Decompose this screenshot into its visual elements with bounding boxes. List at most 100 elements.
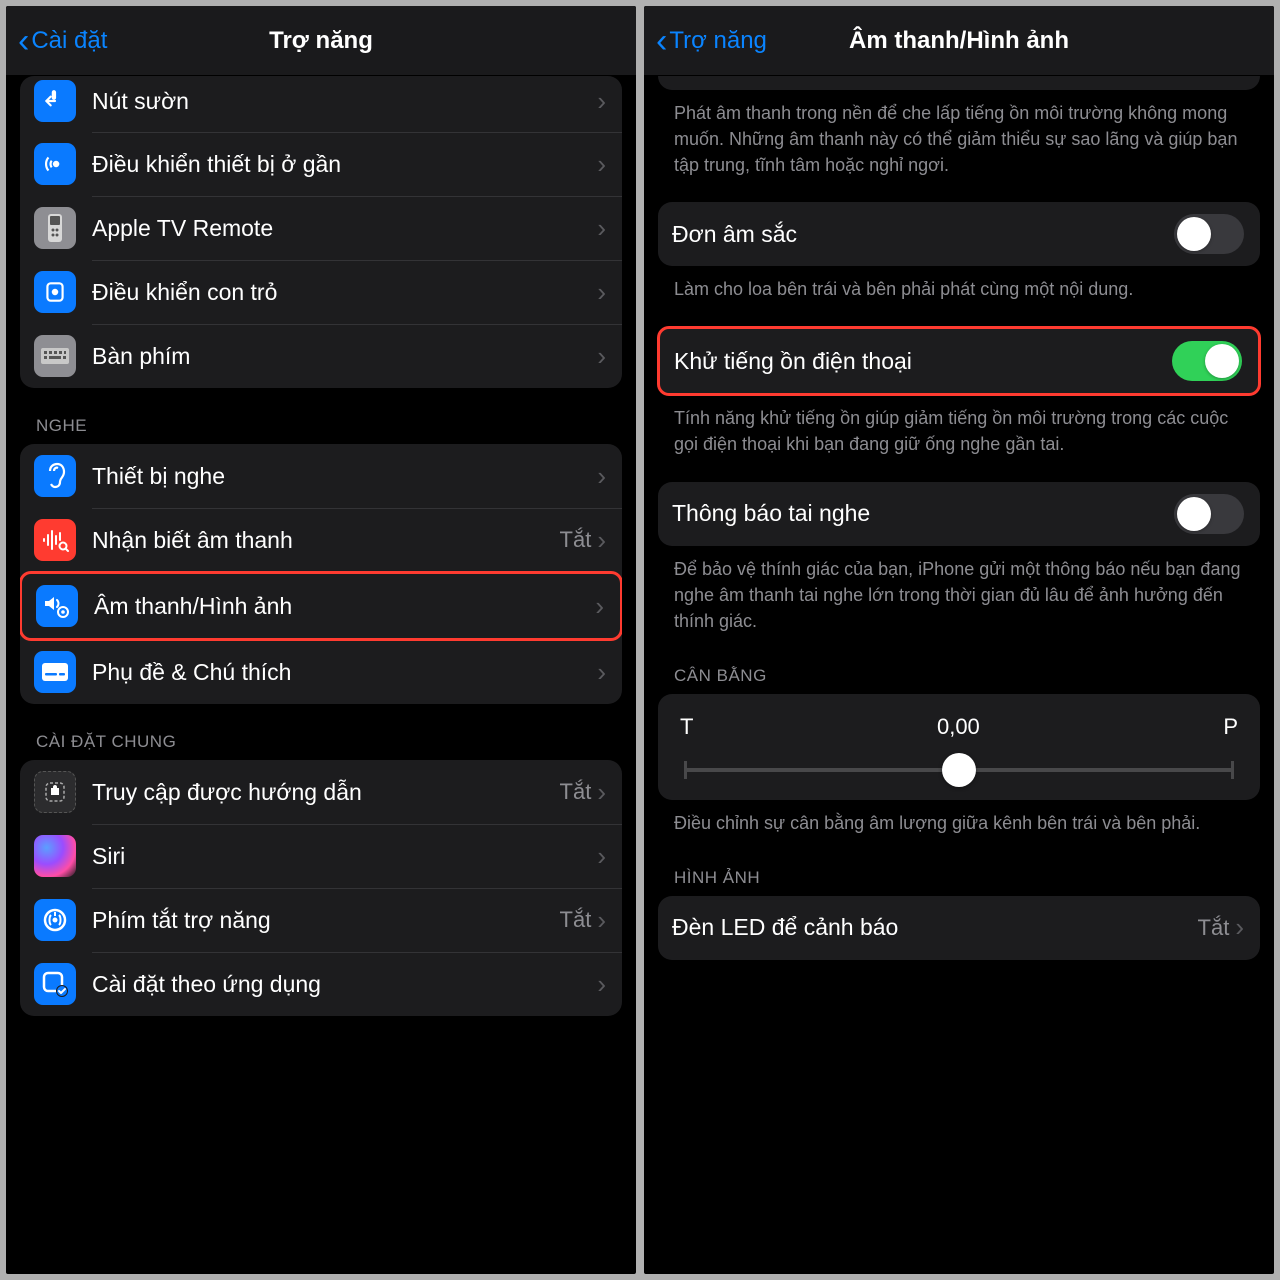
toggle-mono[interactable] — [1174, 214, 1244, 254]
subtitles-icon — [34, 651, 76, 693]
back-button[interactable]: ‹ Cài đặt — [18, 24, 107, 58]
chevron-right-icon: › — [597, 525, 606, 556]
mono-footer: Làm cho loa bên trái và bên phải phát cù… — [658, 266, 1260, 306]
row-label: Phụ đề & Chú thích — [92, 659, 597, 686]
keyboard-icon — [34, 335, 76, 377]
row-label: Nhận biết âm thanh — [92, 527, 560, 554]
page-title: Trợ năng — [269, 27, 373, 55]
row-value: Tắt — [560, 779, 592, 805]
row-label: Khử tiếng ồn điện thoại — [674, 348, 1172, 375]
row-label: Thiết bị nghe — [92, 463, 597, 490]
image-header: HÌNH ẢNH — [658, 840, 1260, 896]
row-label: Cài đặt theo ứng dụng — [92, 971, 597, 998]
row-ear[interactable]: Thiết bị nghe› — [20, 444, 622, 508]
row-headphone-notification[interactable]: Thông báo tai nghe — [658, 482, 1260, 546]
chevron-right-icon: › — [597, 969, 606, 1000]
row-keyboard[interactable]: Bàn phím› — [20, 324, 622, 388]
row-guided[interactable]: Truy cập được hướng dẫnTắt› — [20, 760, 622, 824]
toggle-headphone[interactable] — [1174, 494, 1244, 534]
row-audio-visual[interactable]: Âm thanh/Hình ảnh› — [22, 574, 620, 638]
truncated-group-top — [658, 76, 1260, 90]
row-per-app[interactable]: Cài đặt theo ứng dụng› — [20, 952, 622, 1016]
row-value: Tắt — [560, 527, 592, 553]
section-physical: Nút sườn›Điều khiển thiết bị ở gần›Apple… — [20, 76, 622, 388]
row-siri[interactable]: Siri› — [20, 824, 622, 888]
row-sound-rec[interactable]: Nhận biết âm thanhTắt› — [20, 508, 622, 572]
page-title: Âm thanh/Hình ảnh — [849, 27, 1069, 55]
row-shortcut[interactable]: Phím tắt trợ năngTắt› — [20, 888, 622, 952]
balance-footer: Điều chỉnh sự cân bằng âm lượng giữa kên… — [658, 800, 1260, 840]
row-label: Thông báo tai nghe — [672, 500, 1174, 527]
row-side-button[interactable]: Nút sườn› — [20, 76, 622, 132]
siri-icon — [34, 835, 76, 877]
guided-icon — [34, 771, 76, 813]
back-label: Trợ năng — [669, 27, 767, 55]
left-content: Nút sườn›Điều khiển thiết bị ở gần›Apple… — [6, 76, 636, 1274]
chevron-right-icon: › — [597, 213, 606, 244]
row-label: Apple TV Remote — [92, 215, 597, 242]
balance-slider[interactable] — [684, 768, 1234, 772]
row-led-flash[interactable]: Đèn LED để cảnh báo Tắt › — [658, 896, 1260, 960]
image-group: Đèn LED để cảnh báo Tắt › — [658, 896, 1260, 960]
row-noise-cancellation[interactable]: Khử tiếng ồn điện thoại — [660, 329, 1258, 393]
per-app-icon — [34, 963, 76, 1005]
balance-left-label: T — [680, 714, 693, 740]
chevron-right-icon: › — [597, 86, 606, 117]
row-nearby[interactable]: Điều khiển thiết bị ở gần› — [20, 132, 622, 196]
chevron-left-icon: ‹ — [656, 24, 667, 58]
shortcut-icon — [34, 899, 76, 941]
row-label: Âm thanh/Hình ảnh — [94, 593, 595, 620]
left-screen: ‹ Cài đặt Trợ năng Nút sườn›Điều khiển t… — [6, 6, 636, 1274]
chevron-left-icon: ‹ — [18, 24, 29, 58]
chevron-right-icon: › — [597, 657, 606, 688]
slider-knob[interactable] — [942, 753, 976, 787]
chevron-right-icon: › — [597, 461, 606, 492]
background-sounds-footer: Phát âm thanh trong nền để che lấp tiếng… — [658, 90, 1260, 182]
chevron-right-icon: › — [597, 341, 606, 372]
chevron-right-icon: › — [597, 149, 606, 180]
sound-rec-icon — [34, 519, 76, 561]
chevron-right-icon: › — [597, 841, 606, 872]
balance-labels: T 0,00 P — [680, 714, 1238, 740]
chevron-right-icon: › — [597, 905, 606, 936]
balance-header: CÂN BẰNG — [658, 638, 1260, 694]
row-label: Phím tắt trợ năng — [92, 907, 560, 934]
back-button[interactable]: ‹ Trợ năng — [656, 24, 767, 58]
row-label: Đèn LED để cảnh báo — [672, 914, 1198, 941]
row-label: Đơn âm sắc — [672, 221, 1174, 248]
row-pointer[interactable]: Điều khiển con trỏ› — [20, 260, 622, 324]
highlight-box: Âm thanh/Hình ảnh› — [20, 571, 622, 641]
toggle-noise-cancel[interactable] — [1172, 341, 1242, 381]
right-screen: ‹ Trợ năng Âm thanh/Hình ảnh Phát âm tha… — [644, 6, 1274, 1274]
tv-remote-icon — [34, 207, 76, 249]
section-header-general: CÀI ĐẶT CHUNG — [20, 704, 622, 760]
row-label: Bàn phím — [92, 343, 597, 370]
navbar-right: ‹ Trợ năng Âm thanh/Hình ảnh — [644, 6, 1274, 76]
chevron-right-icon: › — [597, 277, 606, 308]
row-label: Điều khiển thiết bị ở gần — [92, 151, 597, 178]
section-header-hearing: NGHE — [20, 388, 622, 444]
noise-footer: Tính năng khử tiếng ồn giúp giảm tiếng ồ… — [658, 395, 1260, 461]
balance-value: 0,00 — [937, 714, 980, 740]
chevron-right-icon: › — [1235, 912, 1244, 943]
row-mono-audio[interactable]: Đơn âm sắc — [658, 202, 1260, 266]
section-hearing: Thiết bị nghe›Nhận biết âm thanhTắt›Âm t… — [20, 444, 622, 704]
headphone-footer: Để bảo vệ thính giác của bạn, iPhone gửi… — [658, 546, 1260, 638]
balance-panel: T 0,00 P — [658, 694, 1260, 800]
section-general: Truy cập được hướng dẫnTắt›Siri›Phím tắt… — [20, 760, 622, 1016]
row-value: Tắt — [560, 907, 592, 933]
audio-visual-icon — [36, 585, 78, 627]
row-label: Nút sườn — [92, 88, 597, 115]
noise-cancel-group: Khử tiếng ồn điện thoại — [657, 326, 1261, 396]
ear-icon — [34, 455, 76, 497]
row-subtitles[interactable]: Phụ đề & Chú thích› — [20, 640, 622, 704]
row-value: Tắt — [1198, 915, 1230, 941]
chevron-right-icon: › — [597, 777, 606, 808]
row-tv-remote[interactable]: Apple TV Remote› — [20, 196, 622, 260]
row-label: Siri — [92, 843, 597, 870]
right-content: Phát âm thanh trong nền để che lấp tiếng… — [644, 76, 1274, 1274]
mono-group: Đơn âm sắc — [658, 202, 1260, 266]
row-label: Điều khiển con trỏ — [92, 279, 597, 306]
nearby-icon — [34, 143, 76, 185]
balance-right-label: P — [1223, 714, 1238, 740]
